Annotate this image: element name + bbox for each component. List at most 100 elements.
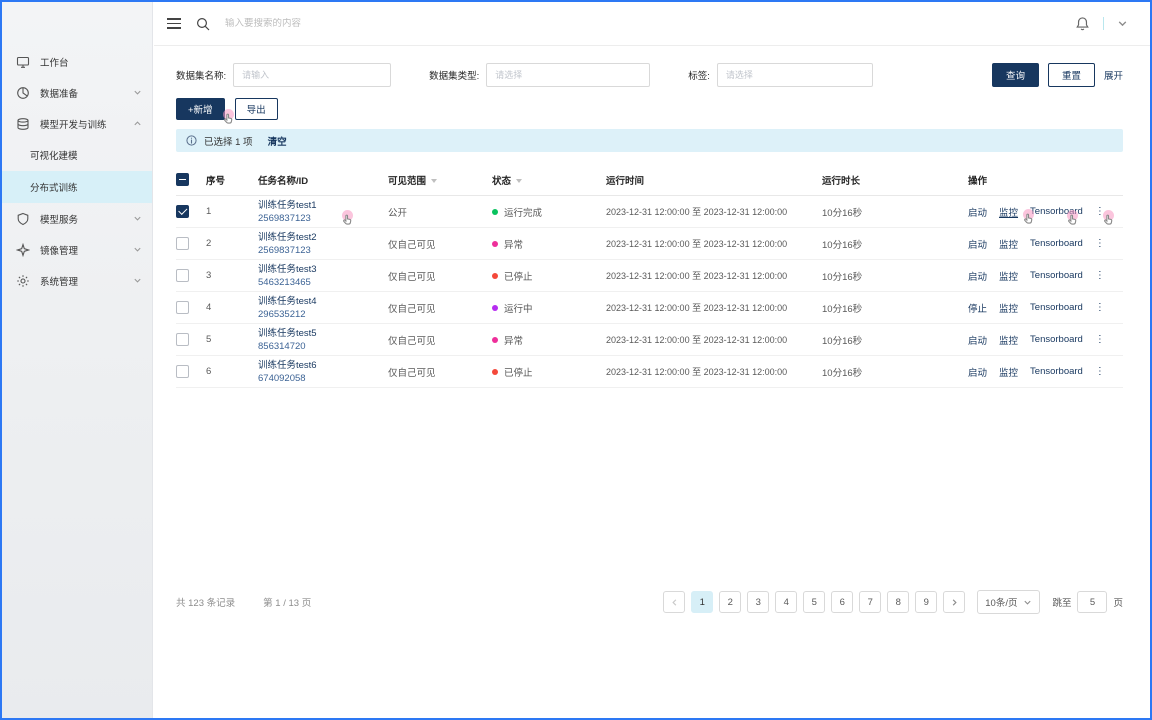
tensorboard-action-link[interactable]: Tensorboard	[1030, 206, 1083, 217]
sidebar-item-image-management[interactable]: 镜像管理	[2, 234, 152, 265]
task-name-link[interactable]: 训练任务test2	[258, 231, 388, 244]
task-name-link[interactable]: 训练任务test1	[258, 199, 388, 212]
main-area: 数据集名称: 数据集类型: 标签: 查询 重置 展开 +新增 导出	[154, 2, 1150, 718]
status-dot	[492, 241, 498, 247]
next-page-button[interactable]	[943, 591, 965, 613]
monitor-action-link[interactable]: 监控	[999, 333, 1018, 347]
task-name-link[interactable]: 训练任务test3	[258, 263, 388, 276]
page-button[interactable]: 8	[887, 591, 909, 613]
start-action-link[interactable]: 启动	[968, 269, 987, 283]
monitor-action-link[interactable]: 监控	[999, 205, 1018, 219]
chevron-down-icon	[133, 245, 142, 254]
more-actions-icon[interactable]: ⋮	[1095, 270, 1105, 281]
sidebar-item-label: 工作台	[40, 55, 142, 69]
more-actions-icon[interactable]: ⋮	[1095, 302, 1105, 313]
row-checkbox[interactable]	[176, 205, 189, 218]
page-size-select[interactable]: 10条/页	[977, 590, 1040, 614]
sidebar-item-distributed-training[interactable]: 分布式训练	[2, 171, 152, 203]
pager: 1 2 3 4 5 6 7 8 9 10条/页 跳至 页	[663, 590, 1123, 614]
sidebar-item-model-dev-training[interactable]: 模型开发与训练	[2, 108, 152, 139]
tensorboard-action-link[interactable]: Tensorboard	[1030, 302, 1083, 313]
task-duration: 10分16秒	[822, 333, 968, 347]
page-button[interactable]: 3	[747, 591, 769, 613]
chevron-down-icon	[133, 88, 142, 97]
tensorboard-action-link[interactable]: Tensorboard	[1030, 270, 1083, 281]
tensorboard-action-link[interactable]: Tensorboard	[1030, 238, 1083, 249]
desktop-icon	[16, 55, 30, 69]
filter-caret-icon	[431, 179, 437, 183]
sidebar-item-visual-modeling[interactable]: 可视化建模	[2, 139, 152, 171]
stop-action-link[interactable]: 停止	[968, 301, 987, 315]
monitor-action-link[interactable]: 监控	[999, 301, 1018, 315]
hamburger-menu-icon[interactable]	[167, 18, 181, 29]
monitor-action-link[interactable]: 监控	[999, 237, 1018, 251]
sidebar-item-data-prep[interactable]: 数据准备	[2, 77, 152, 108]
row-checkbox[interactable]	[176, 269, 189, 282]
tag-select[interactable]	[717, 63, 873, 87]
user-menu-chevron-icon[interactable]	[1117, 18, 1128, 29]
reset-button[interactable]: 重置	[1048, 63, 1095, 87]
filter-dataset-type: 数据集类型:	[429, 63, 650, 87]
sidebar-item-label: 模型开发与训练	[40, 117, 123, 131]
tensorboard-action-link[interactable]: Tensorboard	[1030, 334, 1083, 345]
chevron-down-icon	[133, 276, 142, 285]
col-duration: 运行时长	[822, 173, 968, 187]
table-row: 1 训练任务test12569837123 公开 运行完成 2023-12-31…	[176, 196, 1123, 228]
task-scope: 仅自己可见	[388, 301, 492, 315]
prev-page-button[interactable]	[663, 591, 685, 613]
topbar-divider	[1103, 17, 1104, 30]
dataset-name-input[interactable]	[233, 63, 391, 87]
more-actions-icon[interactable]: ⋮	[1095, 238, 1105, 249]
filter-dataset-name: 数据集名称:	[176, 63, 391, 87]
sidebar-item-model-service[interactable]: 模型服务	[2, 203, 152, 234]
more-actions-icon[interactable]: ⋮	[1095, 206, 1105, 217]
col-scope[interactable]: 可见范围	[388, 173, 492, 187]
col-status[interactable]: 状态	[492, 173, 606, 187]
task-scope: 仅自己可见	[388, 365, 492, 379]
notification-bell-icon[interactable]	[1075, 16, 1090, 31]
topbar	[154, 2, 1150, 46]
sidebar-item-system-management[interactable]: 系统管理	[2, 265, 152, 296]
start-action-link[interactable]: 启动	[968, 205, 987, 219]
more-actions-icon[interactable]: ⋮	[1095, 334, 1105, 345]
sidebar-item-label: 数据准备	[40, 86, 123, 100]
select-all-checkbox[interactable]	[176, 173, 189, 186]
task-name-link[interactable]: 训练任务test6	[258, 359, 388, 372]
export-button[interactable]: 导出	[235, 98, 278, 120]
start-action-link[interactable]: 启动	[968, 237, 987, 251]
task-time: 2023-12-31 12:00:00 至 2023-12-31 12:00:0…	[606, 205, 822, 218]
page-button[interactable]: 9	[915, 591, 937, 613]
page-button[interactable]: 5	[803, 591, 825, 613]
add-button[interactable]: +新增	[176, 98, 225, 120]
row-index: 4	[206, 302, 258, 313]
row-index: 3	[206, 270, 258, 281]
expand-link[interactable]: 展开	[1104, 68, 1123, 82]
tensorboard-action-link[interactable]: Tensorboard	[1030, 366, 1083, 377]
start-action-link[interactable]: 启动	[968, 365, 987, 379]
monitor-action-link[interactable]: 监控	[999, 269, 1018, 283]
sidebar-item-workbench[interactable]: 工作台	[2, 46, 152, 77]
monitor-action-link[interactable]: 监控	[999, 365, 1018, 379]
more-actions-icon[interactable]: ⋮	[1095, 366, 1105, 377]
filter-actions: 查询 重置 展开	[992, 63, 1123, 87]
selection-bar: 已选择 1 项 清空	[176, 129, 1123, 152]
jump-to-input[interactable]	[1077, 591, 1107, 613]
search-button[interactable]: 查询	[992, 63, 1039, 87]
row-checkbox[interactable]	[176, 301, 189, 314]
task-name-link[interactable]: 训练任务test5	[258, 327, 388, 340]
page-button[interactable]: 6	[831, 591, 853, 613]
clear-selection-link[interactable]: 清空	[268, 134, 287, 148]
page-button[interactable]: 4	[775, 591, 797, 613]
filter-form: 数据集名称: 数据集类型: 标签: 查询 重置 展开	[176, 63, 1123, 87]
start-action-link[interactable]: 启动	[968, 333, 987, 347]
row-checkbox[interactable]	[176, 365, 189, 378]
sidebar-item-label: 模型服务	[40, 212, 123, 226]
page-button[interactable]: 2	[719, 591, 741, 613]
page-button[interactable]: 7	[859, 591, 881, 613]
dataset-type-select[interactable]	[486, 63, 650, 87]
page-button[interactable]: 1	[691, 591, 713, 613]
row-checkbox[interactable]	[176, 333, 189, 346]
global-search-input[interactable]	[225, 18, 455, 29]
task-name-link[interactable]: 训练任务test4	[258, 295, 388, 308]
row-checkbox[interactable]	[176, 237, 189, 250]
